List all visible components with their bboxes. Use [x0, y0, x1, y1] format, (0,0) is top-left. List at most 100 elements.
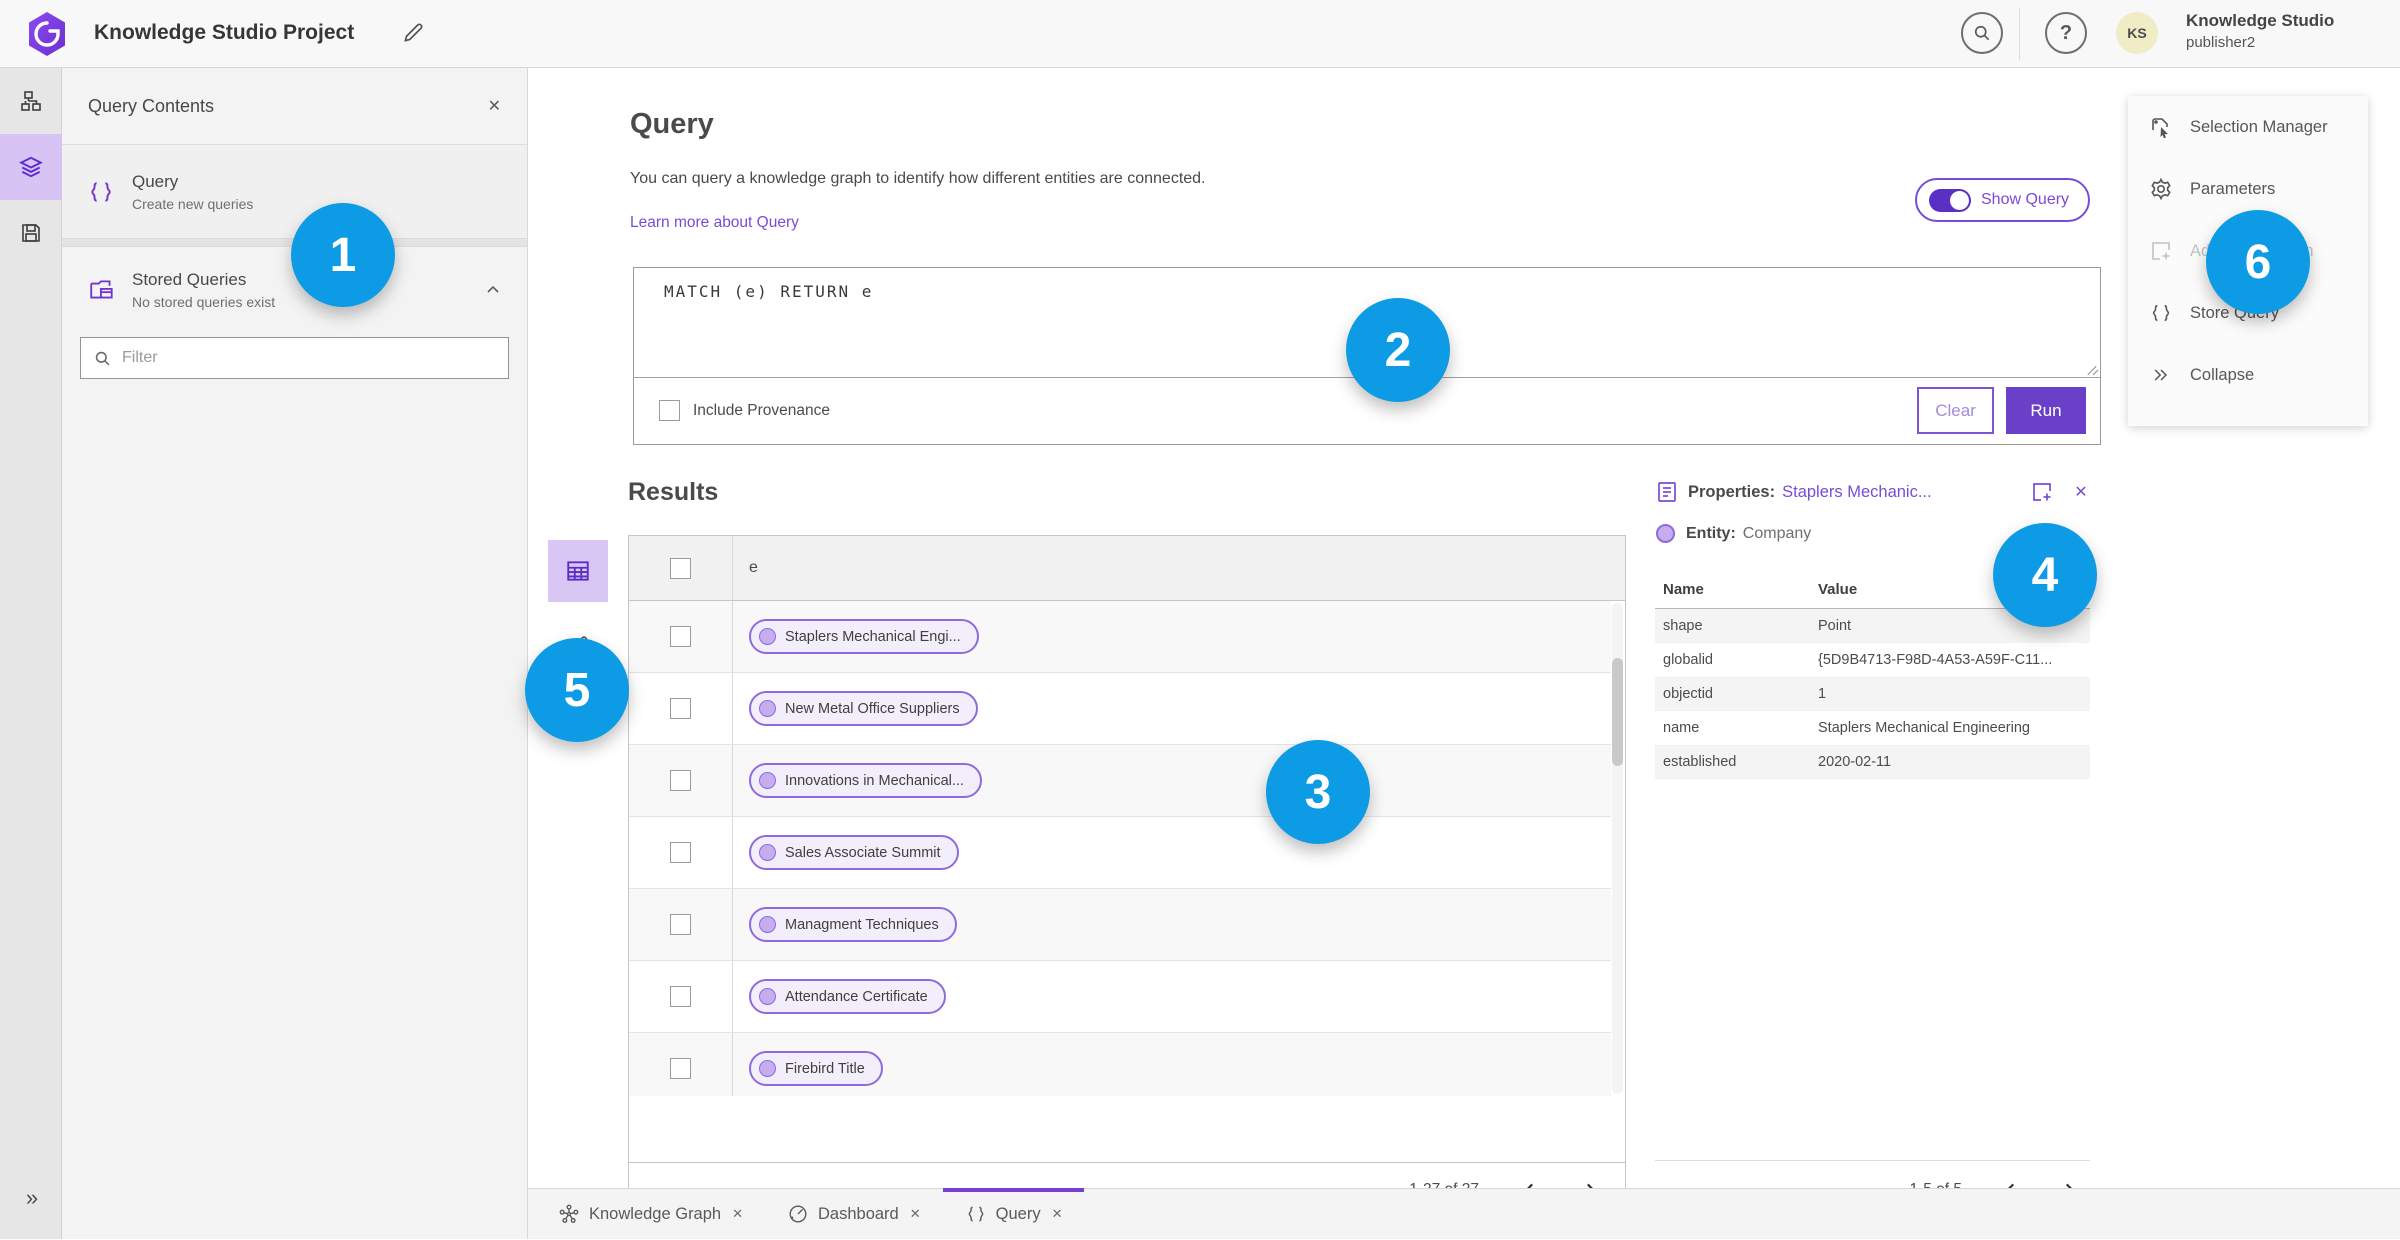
user-avatar[interactable]: KS — [2116, 12, 2158, 54]
entity-dot-icon — [759, 700, 776, 717]
close-tab-icon[interactable]: ✕ — [1052, 1206, 1063, 1222]
selection-manager-icon — [2148, 114, 2174, 140]
help-button[interactable]: ? — [2045, 12, 2087, 54]
entity-name: Staplers Mechanical Engi... — [785, 628, 961, 645]
entity-pill[interactable]: Innovations in Mechanical... — [749, 763, 982, 798]
toggle-switch[interactable] — [1929, 188, 1971, 212]
topbar-divider — [2019, 8, 2020, 60]
property-row[interactable]: name Staplers Mechanical Engineering — [1655, 711, 2090, 745]
item-stored-subtitle: No stored queries exist — [132, 294, 276, 310]
tab-query[interactable]: Query ✕ — [942, 1187, 1085, 1240]
edit-title-icon[interactable] — [400, 20, 426, 46]
prop-name: globalid — [1663, 652, 1713, 668]
entity-pill[interactable]: Staplers Mechanical Engi... — [749, 619, 979, 654]
resize-handle[interactable] — [2086, 364, 2098, 376]
knowledge-graph-icon — [558, 1203, 580, 1225]
entity-dot-icon — [759, 988, 776, 1005]
include-provenance-checkbox[interactable] — [659, 400, 680, 421]
row-checkbox[interactable] — [670, 914, 691, 935]
contents-title: Query Contents — [88, 95, 215, 116]
expand-rail-button[interactable]: » — [0, 1185, 62, 1211]
menu-item-selection-manager[interactable]: Selection Manager — [2128, 96, 2368, 158]
entity-pill[interactable]: Managment Techniques — [749, 907, 957, 942]
table-row[interactable]: Sales Associate Summit — [629, 817, 1611, 889]
tab-dashboard[interactable]: Dashboard ✕ — [765, 1189, 943, 1240]
left-icon-rail: » — [0, 68, 62, 1239]
prop-name: name — [1663, 720, 1700, 736]
user-role: publisher2 — [2186, 34, 2256, 51]
table-scrollbar[interactable] — [1612, 603, 1623, 1094]
select-all-checkbox[interactable] — [670, 557, 691, 579]
dashboard-gauge-icon — [787, 1203, 809, 1225]
entity-name: New Metal Office Suppliers — [785, 700, 960, 717]
entity-pill[interactable]: Attendance Certificate — [749, 979, 946, 1014]
row-checkbox[interactable] — [670, 698, 691, 719]
filter-field[interactable] — [80, 337, 509, 379]
entity-name: Attendance Certificate — [785, 988, 928, 1005]
tab-knowledge-graph[interactable]: Knowledge Graph ✕ — [536, 1189, 765, 1240]
table-row[interactable]: Innovations in Mechanical... — [629, 745, 1611, 817]
properties-entity-link[interactable]: Staplers Mechanic... — [1782, 483, 1931, 502]
prop-value: 2020-02-11 — [1818, 754, 1892, 770]
entity-type-value: Company — [1742, 524, 1812, 542]
menu-item-collapse[interactable]: Collapse — [2128, 344, 2368, 406]
layers-icon — [19, 156, 43, 178]
row-checkbox[interactable] — [670, 626, 691, 647]
filter-input[interactable] — [122, 349, 482, 367]
contents-item-query[interactable]: Query Create new queries — [62, 145, 527, 239]
collapse-section-icon[interactable] — [485, 282, 501, 298]
rail-item-hierarchy[interactable] — [0, 68, 62, 134]
clear-button[interactable]: Clear — [1917, 387, 1994, 434]
property-row[interactable]: established 2020-02-11 — [1655, 745, 2090, 779]
properties-header: Properties: Staplers Mechanic... ✕ — [1655, 480, 2090, 504]
property-row[interactable]: globalid {5D9B4713-F98D-4A53-A59F-C11... — [1655, 643, 2090, 677]
include-provenance-label: Include Provenance — [693, 401, 831, 419]
table-row[interactable]: New Metal Office Suppliers — [629, 673, 1611, 745]
close-properties-icon[interactable]: ✕ — [2072, 480, 2090, 504]
close-panel-icon[interactable]: ✕ — [488, 96, 501, 116]
scrollbar-thumb[interactable] — [1612, 658, 1623, 766]
close-tab-icon[interactable]: ✕ — [732, 1206, 743, 1222]
contents-header: Query Contents ✕ — [62, 68, 527, 145]
column-header-e: e — [749, 559, 758, 576]
run-button[interactable]: Run — [2006, 387, 2086, 434]
add-to-selection-icon[interactable] — [2030, 480, 2054, 504]
row-checkbox[interactable] — [670, 842, 691, 863]
bottom-tab-bar: Knowledge Graph ✕ Dashboard ✕ Query ✕ — [528, 1187, 2400, 1240]
main-content: Query You can query a knowledge graph to… — [528, 68, 2400, 1218]
show-query-toggle[interactable]: Show Query — [1915, 178, 2090, 222]
query-description: You can query a knowledge graph to ident… — [630, 170, 1206, 187]
properties-label: Properties: — [1688, 482, 1776, 501]
entity-name: Innovations in Mechanical... — [785, 772, 964, 789]
row-checkbox[interactable] — [670, 770, 691, 791]
table-row[interactable]: Attendance Certificate — [629, 961, 1611, 1033]
braces-icon — [2148, 300, 2174, 326]
entity-name: Firebird Title — [785, 1060, 865, 1077]
search-button[interactable] — [1961, 12, 2003, 54]
entity-pill[interactable]: New Metal Office Suppliers — [749, 691, 978, 726]
menu-item-label: Selection Manager — [2190, 117, 2328, 136]
results-table-body: Staplers Mechanical Engi... New Metal Of… — [629, 601, 1611, 1096]
table-row[interactable]: Firebird Title — [629, 1033, 1611, 1096]
double-chevron-icon: » — [25, 1185, 38, 1210]
menu-item-label: Collapse — [2190, 365, 2255, 384]
learn-more-link[interactable]: Learn more about Query — [630, 214, 799, 232]
prop-col-name: Name — [1663, 581, 1704, 598]
tab-label: Query — [995, 1204, 1041, 1223]
entity-dot-icon — [1656, 524, 1675, 543]
row-checkbox[interactable] — [670, 986, 691, 1007]
property-row[interactable]: objectid 1 — [1655, 677, 2090, 711]
results-title: Results — [628, 478, 719, 506]
results-table: e Staplers Mechanical Engi... New Metal … — [628, 535, 1626, 1218]
entity-pill[interactable]: Sales Associate Summit — [749, 835, 959, 870]
close-tab-icon[interactable]: ✕ — [910, 1206, 921, 1222]
rail-item-save[interactable] — [0, 200, 62, 266]
row-checkbox[interactable] — [670, 1058, 691, 1079]
user-menu[interactable]: Knowledge Studio publisher2 — [2186, 10, 2334, 54]
tab-label: Dashboard — [818, 1204, 899, 1223]
table-view-button[interactable] — [548, 540, 608, 602]
rail-item-layers[interactable] — [0, 134, 62, 200]
table-row[interactable]: Managment Techniques — [629, 889, 1611, 961]
entity-pill[interactable]: Firebird Title — [749, 1051, 883, 1086]
table-row[interactable]: Staplers Mechanical Engi... — [629, 601, 1611, 673]
